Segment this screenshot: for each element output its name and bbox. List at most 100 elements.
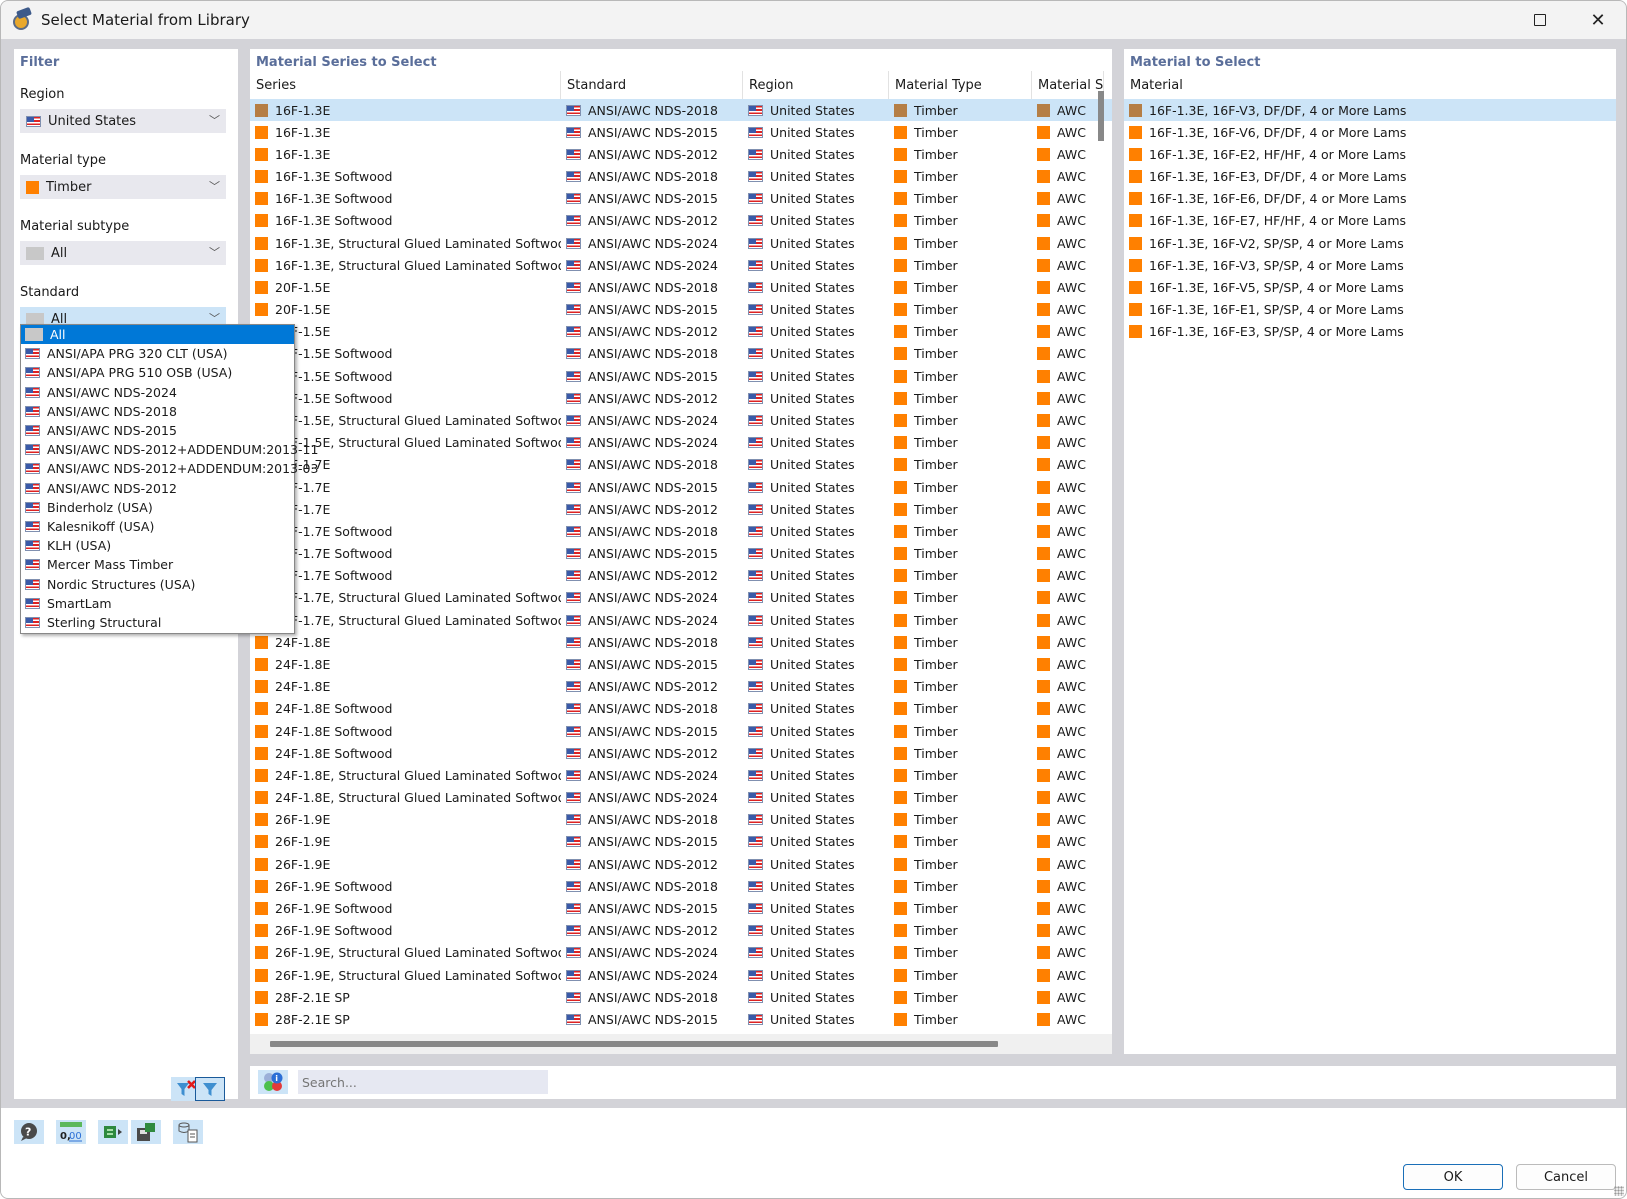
table-row[interactable]: 26F-1.9E, Structural Glued Laminated Sof…: [250, 942, 1112, 964]
list-item[interactable]: 16F-1.3E, 16F-V5, SP/SP, 4 or More Lams: [1124, 276, 1616, 298]
material-subtype-select[interactable]: All ﹀: [20, 241, 226, 265]
cell-text: AWC Str: [1057, 945, 1090, 961]
help-button[interactable]: ?: [14, 1120, 44, 1144]
list-item[interactable]: 16F-1.3E, 16F-V3, DF/DF, 4 or More Lams: [1124, 99, 1616, 122]
save-button[interactable]: [131, 1120, 161, 1144]
vertical-scrollbar-thumb[interactable]: [1098, 91, 1104, 141]
cell-text: United States: [770, 479, 855, 495]
table-row[interactable]: 26F-1.9E ANSI/AWC NDS-2015 United States Ti…: [250, 831, 1112, 853]
dropdown-option[interactable]: Mercer Mass Timber: [21, 555, 294, 574]
table-row[interactable]: 28F-2.1E SP ANSI/AWC NDS-2018 United State…: [250, 986, 1112, 1008]
table-row[interactable]: 24F-1.7E Softwood ANSI/AWC NDS-2015 United…: [250, 543, 1112, 565]
units-button[interactable]: 0, 00: [56, 1120, 86, 1144]
list-item[interactable]: 16F-1.3E, 16F-V3, SP/SP, 4 or More Lams: [1124, 254, 1616, 276]
list-item[interactable]: 16F-1.3E, 16F-E2, HF/HF, 4 or More Lams: [1124, 143, 1616, 165]
list-item[interactable]: 16F-1.3E, 16F-V6, DF/DF, 4 or More Lams: [1124, 121, 1616, 143]
table-row[interactable]: 24F-1.8E ANSI/AWC NDS-2012 United States Ti…: [250, 676, 1112, 698]
column-header-2[interactable]: Region: [743, 71, 889, 99]
option-label: Sterling Structural: [47, 614, 162, 630]
table-row[interactable]: 24F-1.8E, Structural Glued Laminated Sof…: [250, 764, 1112, 786]
ok-button[interactable]: OK: [1403, 1164, 1503, 1190]
table-row[interactable]: 26F-1.9E Softwood ANSI/AWC NDS-2012 United…: [250, 920, 1112, 942]
table-row[interactable]: 24F-1.7E ANSI/AWC NDS-2015 United States Ti…: [250, 476, 1112, 498]
info-button[interactable]: i: [258, 1070, 288, 1094]
table-row[interactable]: 26F-1.9E, Structural Glued Laminated Sof…: [250, 964, 1112, 986]
table-row[interactable]: 16F-1.3E Softwood ANSI/AWC NDS-2018 United…: [250, 166, 1112, 188]
close-button[interactable]: ✕: [1569, 1, 1626, 39]
table-row[interactable]: 20F-1.5E Softwood ANSI/AWC NDS-2012 United…: [250, 387, 1112, 409]
list-item[interactable]: 16F-1.3E, 16F-E1, SP/SP, 4 or More Lams: [1124, 299, 1616, 321]
table-row[interactable]: 28F-2.1E SP ANSI/AWC NDS-2015 United State…: [250, 1008, 1112, 1030]
dropdown-option[interactable]: Nordic Structures (USA): [21, 574, 294, 593]
dropdown-option[interactable]: ANSI/APA PRG 320 CLT (USA): [21, 344, 294, 363]
dropdown-option[interactable]: ANSI/AWC NDS-2018: [21, 402, 294, 421]
resize-grip[interactable]: [1614, 1186, 1624, 1196]
dropdown-option[interactable]: Kalesnikoff (USA): [21, 517, 294, 536]
dropdown-option[interactable]: ANSI/AWC NDS-2015: [21, 421, 294, 440]
material-color-swatch: [894, 236, 907, 250]
table-row[interactable]: 24F-1.8E Softwood ANSI/AWC NDS-2018 United…: [250, 698, 1112, 720]
table-row[interactable]: 24F-1.7E ANSI/AWC NDS-2018 United States Ti…: [250, 454, 1112, 476]
dropdown-option[interactable]: Binderholz (USA): [21, 498, 294, 517]
table-row[interactable]: 24F-1.7E Softwood ANSI/AWC NDS-2018 United…: [250, 520, 1112, 542]
apply-filter-button[interactable]: [195, 1077, 225, 1101]
table-row[interactable]: 16F-1.3E ANSI/AWC NDS-2012 United States Ti…: [250, 143, 1112, 165]
database-report-button[interactable]: [173, 1120, 203, 1144]
table-row[interactable]: 16F-1.3E ANSI/AWC NDS-2015 United States Ti…: [250, 121, 1112, 143]
list-item[interactable]: 16F-1.3E, 16F-V2, SP/SP, 4 or More Lams: [1124, 232, 1616, 254]
cell-text: United States: [770, 745, 855, 761]
dropdown-option[interactable]: ANSI/AWC NDS-2012: [21, 479, 294, 498]
table-row[interactable]: 24F-1.8E, Structural Glued Laminated Sof…: [250, 787, 1112, 809]
list-item[interactable]: 16F-1.3E, 16F-E6, DF/DF, 4 or More Lams: [1124, 188, 1616, 210]
table-row[interactable]: 20F-1.5E Softwood ANSI/AWC NDS-2015 United…: [250, 365, 1112, 387]
table-row[interactable]: 20F-1.5E ANSI/AWC NDS-2015 United States Ti…: [250, 299, 1112, 321]
horizontal-scrollbar-thumb[interactable]: [270, 1041, 998, 1047]
search-input[interactable]: [298, 1070, 548, 1094]
dropdown-option[interactable]: Sterling Structural: [21, 613, 294, 632]
region-select[interactable]: United States ﹀: [20, 109, 226, 133]
table-row[interactable]: 24F-1.7E Softwood ANSI/AWC NDS-2012 United…: [250, 565, 1112, 587]
table-row[interactable]: 26F-1.9E Softwood ANSI/AWC NDS-2015 United…: [250, 897, 1112, 919]
dropdown-option[interactable]: ANSI/APA PRG 510 OSB (USA): [21, 363, 294, 382]
table-row[interactable]: 16F-1.3E, Structural Glued Laminated Sof…: [250, 254, 1112, 276]
table-row[interactable]: 20F-1.5E, Structural Glued Laminated Sof…: [250, 432, 1112, 454]
table-row[interactable]: 20F-1.5E ANSI/AWC NDS-2018 United States Ti…: [250, 276, 1112, 298]
dropdown-option[interactable]: All: [21, 325, 294, 345]
dropdown-option[interactable]: KLH (USA): [21, 536, 294, 555]
list-item[interactable]: 16F-1.3E, 16F-E3, DF/DF, 4 or More Lams: [1124, 166, 1616, 188]
table-row[interactable]: 26F-1.9E Softwood ANSI/AWC NDS-2018 United…: [250, 875, 1112, 897]
table-row[interactable]: 20F-1.5E Softwood ANSI/AWC NDS-2018 United…: [250, 343, 1112, 365]
import-button[interactable]: [98, 1120, 128, 1144]
dropdown-option[interactable]: ANSI/AWC NDS-2024: [21, 383, 294, 402]
column-header-0[interactable]: Series: [250, 71, 561, 99]
table-row[interactable]: 16F-1.3E, Structural Glued Laminated Sof…: [250, 232, 1112, 254]
cell-series: 24F-1.8E: [250, 676, 561, 698]
dropdown-option[interactable]: SmartLam: [21, 594, 294, 613]
table-row[interactable]: 16F-1.3E Softwood ANSI/AWC NDS-2015 United…: [250, 188, 1112, 210]
material-type-select[interactable]: Timber ﹀: [20, 175, 226, 199]
table-row[interactable]: 16F-1.3E Softwood ANSI/AWC NDS-2012 United…: [250, 210, 1112, 232]
table-row[interactable]: 24F-1.7E ANSI/AWC NDS-2012 United States Ti…: [250, 498, 1112, 520]
table-row[interactable]: 24F-1.8E Softwood ANSI/AWC NDS-2012 United…: [250, 742, 1112, 764]
dropdown-option[interactable]: ANSI/AWC NDS-2012+ADDENDUM:2013-03: [21, 459, 318, 478]
table-row[interactable]: 24F-1.8E ANSI/AWC NDS-2015 United States Ti…: [250, 654, 1112, 676]
table-row[interactable]: 26F-1.9E ANSI/AWC NDS-2012 United States Ti…: [250, 853, 1112, 875]
table-row[interactable]: 20F-1.5E ANSI/AWC NDS-2012 United States Ti…: [250, 321, 1112, 343]
dropdown-option[interactable]: ANSI/AWC NDS-2012+ADDENDUM:2013-11: [21, 440, 318, 459]
column-header-material[interactable]: Material: [1124, 71, 1604, 99]
maximize-button[interactable]: [1511, 1, 1569, 39]
column-header-4[interactable]: Material Su: [1032, 71, 1104, 99]
table-row[interactable]: 24F-1.8E Softwood ANSI/AWC NDS-2015 United…: [250, 720, 1112, 742]
horizontal-scrollbar[interactable]: [250, 1034, 1112, 1054]
column-header-1[interactable]: Standard: [561, 71, 743, 99]
table-row[interactable]: 26F-1.9E ANSI/AWC NDS-2018 United States Ti…: [250, 809, 1112, 831]
table-row[interactable]: 20F-1.5E, Structural Glued Laminated Sof…: [250, 410, 1112, 432]
list-item[interactable]: 16F-1.3E, 16F-E7, HF/HF, 4 or More Lams: [1124, 210, 1616, 232]
column-header-3[interactable]: Material Type: [889, 71, 1032, 99]
table-row[interactable]: 24F-1.7E, Structural Glued Laminated Sof…: [250, 587, 1112, 609]
table-row[interactable]: 24F-1.7E, Structural Glued Laminated Sof…: [250, 609, 1112, 631]
table-row[interactable]: 16F-1.3E ANSI/AWC NDS-2018 United States Ti…: [250, 99, 1112, 122]
cancel-button[interactable]: Cancel: [1516, 1164, 1616, 1190]
table-row[interactable]: 24F-1.8E ANSI/AWC NDS-2018 United States Ti…: [250, 631, 1112, 653]
list-item[interactable]: 16F-1.3E, 16F-E3, SP/SP, 4 or More Lams: [1124, 321, 1616, 343]
